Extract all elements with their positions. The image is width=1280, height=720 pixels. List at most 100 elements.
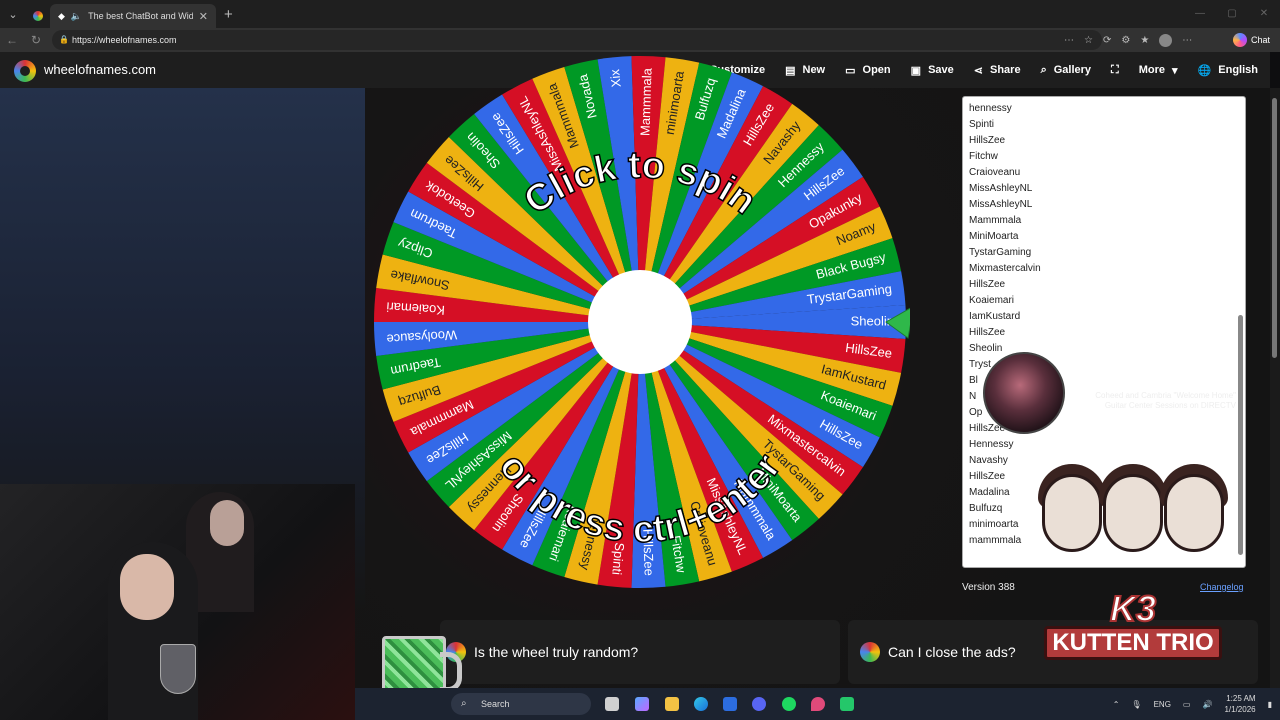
reload-icon[interactable]: ↻ (24, 33, 48, 47)
entries-scrollbar-thumb[interactable] (1238, 315, 1243, 555)
character-head (1103, 474, 1163, 552)
gallery-button[interactable]: ⌕ Gallery (1041, 64, 1091, 77)
entry-item[interactable]: MissAshleyNL (969, 199, 1032, 210)
close-window-icon[interactable]: ✕ (1248, 0, 1280, 28)
entry-item[interactable]: HillsZee (969, 135, 1005, 146)
tab-audio-icon[interactable]: 🔈 (71, 11, 82, 22)
entry-item[interactable]: Craioveanu (969, 167, 1020, 178)
page-scrollbar-thumb[interactable] (1272, 98, 1277, 358)
entry-item[interactable]: TystarGaming (969, 247, 1031, 258)
copilot-chat-button[interactable]: Chat (1232, 31, 1270, 49)
site-name[interactable]: wheelofnames.com (44, 62, 156, 77)
wine-glass (160, 644, 196, 694)
entry-item[interactable]: Spinti (969, 119, 994, 130)
microphone-icon[interactable]: 🎙 (1131, 700, 1141, 709)
tab-favicon-icon: ◆ (58, 10, 65, 21)
notification-icon[interactable]: ▮ (1268, 700, 1272, 709)
entry-item[interactable]: N (969, 391, 976, 402)
site-logo-icon[interactable] (14, 60, 36, 82)
fullscreen-button[interactable]: ⛶ (1111, 64, 1119, 77)
entry-item[interactable]: Op (969, 407, 982, 418)
url-field[interactable]: 🔒 https://wheelofnames.com (52, 30, 1102, 50)
entry-item[interactable]: HillsZee (969, 279, 1005, 290)
task-view-icon[interactable] (605, 697, 619, 711)
entry-item[interactable]: MissAshleyNL (969, 183, 1032, 194)
maximize-icon[interactable]: ▢ (1216, 0, 1248, 28)
faq-card-random[interactable]: Is the wheel truly random? (440, 620, 840, 684)
entry-item[interactable]: Sheolin (969, 343, 1002, 354)
tab-active[interactable]: ◆ 🔈 The best ChatBot and Widget ✕ (50, 4, 216, 28)
window-controls: — ▢ ✕ (1184, 0, 1280, 28)
search-icon: ⌕ (1040, 63, 1047, 76)
save-icon: ▣ (910, 64, 922, 77)
tab-list-chevron-icon[interactable]: ⌄ (0, 3, 26, 25)
ad-line-2: Guitar Center Sessions on DIRECTV (1104, 401, 1236, 410)
entry-item[interactable]: Hennessy (969, 439, 1013, 450)
entry-item[interactable]: minimoarta (969, 519, 1018, 530)
entry-item[interactable]: Madalina (969, 487, 1010, 498)
back-icon[interactable]: ← (0, 33, 24, 47)
favorite-star-icon[interactable]: ☆ (1084, 35, 1093, 46)
tray-chevron-icon[interactable]: ⌃ (1113, 700, 1120, 709)
gallery-label: Gallery (1053, 64, 1092, 76)
entry-item[interactable]: Navashy (969, 455, 1008, 466)
entry-item[interactable]: Mammmala (969, 215, 1021, 226)
clock-date: 1/1/2026 (1224, 705, 1256, 714)
entry-item[interactable]: Mixmastercalvin (969, 263, 1041, 274)
language-button[interactable]: 🌐 English (1198, 64, 1258, 77)
tab-inactive[interactable] (26, 4, 50, 28)
spotify-icon[interactable] (782, 697, 796, 711)
mug-handle (440, 652, 462, 692)
app-pin-icon[interactable] (811, 697, 825, 711)
wheel[interactable]: SheolinHillsZeeIamKustardKoaiemariHillsZ… (370, 52, 910, 592)
entries-scrollbar[interactable] (1238, 105, 1243, 555)
file-explorer-icon[interactable] (665, 697, 679, 711)
tab-title: The best ChatBot and Widget (88, 11, 193, 21)
favorites-icon[interactable]: ★ (1140, 35, 1149, 46)
volume-icon[interactable]: 🔊 (1202, 700, 1212, 709)
taskbar-search[interactable]: ⌕ Search (451, 693, 591, 715)
settings-menu-icon[interactable]: ⋯ (1182, 35, 1192, 46)
new-tab-icon[interactable]: + (224, 6, 233, 23)
profile-avatar-icon[interactable] (1159, 33, 1173, 47)
entry-item[interactable]: HillsZee (969, 471, 1005, 482)
streaming-app-icon[interactable] (840, 697, 854, 711)
more-button[interactable]: More ▾ (1139, 64, 1178, 77)
minimize-icon[interactable]: — (1184, 0, 1216, 28)
network-icon[interactable]: ▭ (1183, 700, 1191, 709)
entry-item[interactable]: MiniMoarta (969, 231, 1018, 242)
entry-item[interactable]: HillsZee (969, 327, 1005, 338)
entry-item[interactable]: Fitchw (969, 151, 998, 162)
entry-item[interactable]: hennessy (969, 103, 1012, 114)
logo-characters (1036, 458, 1230, 608)
ad-title[interactable]: Guitar Center (1127, 372, 1191, 383)
taskbar-search-placeholder: Search (481, 699, 510, 709)
globe-icon: 🌐 (1197, 64, 1212, 77)
store-icon[interactable] (723, 697, 737, 711)
share-button[interactable]: ⋖ Share (974, 64, 1021, 77)
search-icon: ⌕ (461, 698, 467, 709)
share-label: Share (989, 64, 1021, 76)
extensions-icon[interactable]: ⚙ (1121, 35, 1130, 46)
entry-item[interactable]: Tryst (969, 359, 991, 370)
logo-brand-line-1: K3 (1109, 587, 1157, 630)
discord-icon[interactable] (752, 697, 766, 711)
refresh-extension-icon[interactable]: ⟳ (1103, 35, 1111, 46)
faq-logo-icon (860, 642, 880, 662)
entry-item[interactable]: Bulfuzq (969, 503, 1002, 514)
clock[interactable]: 1:25 AM 1/1/2026 (1224, 693, 1255, 715)
save-button[interactable]: ▣ Save (911, 64, 954, 77)
edge-browser-icon[interactable] (694, 697, 708, 711)
copilot-app-icon[interactable] (635, 697, 649, 711)
wheel-center[interactable] (588, 270, 692, 374)
entry-item[interactable]: Bl (969, 375, 978, 386)
ad-thumbnail[interactable] (983, 352, 1065, 434)
webcam-face (120, 554, 174, 620)
entry-item[interactable]: Koaiemari (969, 295, 1014, 306)
page-scrollbar[interactable] (1270, 88, 1280, 688)
entry-item[interactable]: mammmala (969, 535, 1021, 546)
tab-close-icon[interactable]: ✕ (199, 10, 208, 23)
reader-icon[interactable]: ⋯ (1064, 35, 1074, 46)
entry-item[interactable]: IamKustard (969, 311, 1020, 322)
language-indicator[interactable]: ENG (1154, 700, 1171, 709)
